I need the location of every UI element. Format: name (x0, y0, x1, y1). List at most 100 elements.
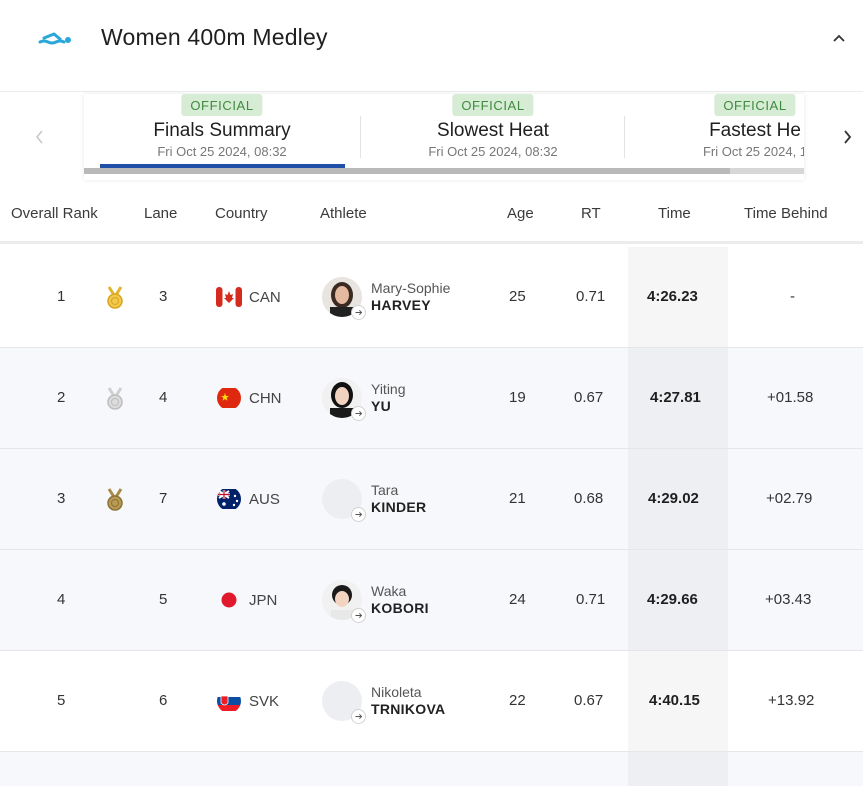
official-badge: OFFICIAL (452, 94, 534, 116)
athlete-last-name[interactable]: HARVEY (371, 297, 431, 313)
china-flag-icon (217, 388, 241, 408)
header-lane[interactable]: Lane (144, 205, 177, 222)
country-code: CHN (249, 390, 282, 407)
header-time-behind[interactable]: Time Behind (744, 205, 828, 222)
age-cell: 19 (509, 389, 526, 406)
header-rt[interactable]: RT (581, 205, 601, 222)
tab-fastest-heat[interactable]: OFFICIAL Fastest He Fri Oct 25 2024, 1 (625, 94, 804, 174)
time-cell: 4:40.15 (649, 692, 700, 709)
table-row[interactable]: 5 6 SVK Nikoleta TRNIKOVA 22 0.67 4:40.1… (0, 651, 863, 752)
arrow-right-icon (351, 709, 366, 724)
header-time[interactable]: Time (658, 205, 691, 222)
official-badge: OFFICIAL (181, 94, 263, 116)
header-age[interactable]: Age (507, 205, 534, 222)
time-behind-cell: +02.79 (766, 490, 813, 507)
country-code: JPN (249, 592, 278, 609)
avatar[interactable] (322, 580, 366, 623)
chevron-up-icon[interactable] (829, 28, 849, 48)
athlete-last-name[interactable]: YU (371, 398, 391, 414)
time-behind-cell: - (790, 288, 795, 305)
country-code: AUS (249, 491, 280, 508)
rt-cell: 0.71 (576, 591, 606, 608)
tab-date: Fri Oct 25 2024, 1 (702, 144, 804, 159)
time-behind-cell: +13.92 (768, 692, 815, 709)
age-cell: 25 (509, 288, 526, 305)
time-cell: 4:29.02 (648, 490, 699, 507)
avatar[interactable] (322, 277, 366, 320)
rank-cell: 5 (57, 692, 66, 709)
rt-cell: 0.67 (574, 389, 604, 406)
results-table-header: Overall Rank Lane Country Athlete Age RT… (0, 188, 863, 244)
avatar[interactable] (322, 479, 366, 522)
table-row[interactable] (0, 752, 863, 786)
event-header: Women 400m Medley (0, 0, 863, 92)
country-code: SVK (249, 693, 280, 710)
age-cell: 22 (509, 692, 526, 709)
athlete-first-name[interactable]: Waka (371, 583, 406, 599)
tab-label: Slowest Heat (437, 120, 549, 141)
time-column-highlight (628, 752, 728, 786)
chevron-right-icon[interactable] (836, 122, 860, 152)
rt-cell: 0.68 (574, 490, 604, 507)
japan-flag-icon (221, 592, 237, 608)
country-code: CAN (249, 289, 281, 306)
lane-cell: 6 (159, 692, 168, 709)
tab-label: Finals Summary (153, 120, 291, 141)
rank-cell: 3 (57, 490, 66, 507)
lane-cell: 4 (159, 389, 168, 406)
arrow-right-icon (351, 608, 366, 623)
chevron-left-icon[interactable] (28, 122, 52, 152)
scrollbar-thumb[interactable] (84, 168, 730, 174)
athlete-first-name[interactable]: Mary-Sophie (371, 280, 450, 296)
time-behind-cell: +01.58 (767, 389, 814, 406)
rank-cell: 1 (57, 288, 66, 305)
arrow-right-icon (351, 406, 366, 421)
time-cell: 4:29.66 (647, 591, 698, 608)
header-athlete[interactable]: Athlete (320, 205, 367, 222)
athlete-first-name[interactable]: Tara (371, 482, 398, 498)
page-title: Women 400m Medley (101, 24, 328, 50)
rank-cell: 4 (57, 591, 66, 608)
lane-cell: 7 (159, 490, 168, 507)
silver-medal-icon (107, 387, 123, 410)
tab-finals-summary[interactable]: OFFICIAL Finals Summary Fri Oct 25 2024,… (92, 94, 352, 174)
tab-slowest-heat[interactable]: OFFICIAL Slowest Heat Fri Oct 25 2024, 0… (363, 94, 623, 174)
age-cell: 21 (509, 490, 526, 507)
age-cell: 24 (509, 591, 526, 608)
tab-date: Fri Oct 25 2024, 08:32 (157, 144, 287, 159)
heat-tabs: OFFICIAL Finals Summary Fri Oct 25 2024,… (84, 94, 804, 180)
athlete-first-name[interactable]: Yiting (371, 381, 406, 397)
rt-cell: 0.67 (574, 692, 604, 709)
time-cell: 4:26.23 (647, 288, 698, 305)
rank-cell: 2 (57, 389, 66, 406)
time-cell: 4:27.81 (650, 389, 701, 406)
table-row[interactable]: 1 3 CAN Mary-Sophie HARVEY 25 0.71 4:26.… (0, 247, 863, 348)
avatar[interactable] (322, 681, 366, 724)
header-overall-rank[interactable]: Overall Rank (11, 205, 98, 222)
athlete-last-name[interactable]: KINDER (371, 499, 426, 515)
tab-label: Fastest He (709, 120, 801, 141)
swimmer-logo-icon (38, 32, 71, 45)
gold-medal-icon (107, 286, 123, 309)
table-row[interactable]: 2 4 CHN Yiting YU 19 0.67 4:27.81 +01.58 (0, 348, 863, 449)
slovakia-flag-icon (217, 691, 241, 711)
bronze-medal-icon (107, 488, 123, 511)
lane-cell: 3 (159, 288, 168, 305)
lane-cell: 5 (159, 591, 168, 608)
tabs-scrollbar[interactable] (84, 168, 804, 174)
time-behind-cell: +03.43 (765, 591, 812, 608)
arrow-right-icon (351, 305, 366, 320)
official-badge: OFFICIAL (714, 94, 796, 116)
athlete-first-name[interactable]: Nikoleta (371, 684, 422, 700)
table-row[interactable]: 3 7 AUS Tara KINDER 21 0.68 4:29.02 +02.… (0, 449, 863, 550)
heat-tabs-carousel: OFFICIAL Finals Summary Fri Oct 25 2024,… (0, 92, 863, 188)
tab-divider (360, 116, 361, 158)
arrow-right-icon (351, 507, 366, 522)
header-country[interactable]: Country (215, 205, 268, 222)
table-row[interactable]: 4 5 JPN Waka KOBORI 24 0.71 4:29.66 +03.… (0, 550, 863, 651)
avatar[interactable] (322, 378, 366, 421)
athlete-last-name[interactable]: KOBORI (371, 600, 429, 616)
rt-cell: 0.71 (576, 288, 606, 305)
canada-flag-icon (216, 287, 242, 307)
athlete-last-name[interactable]: TRNIKOVA (371, 701, 445, 717)
